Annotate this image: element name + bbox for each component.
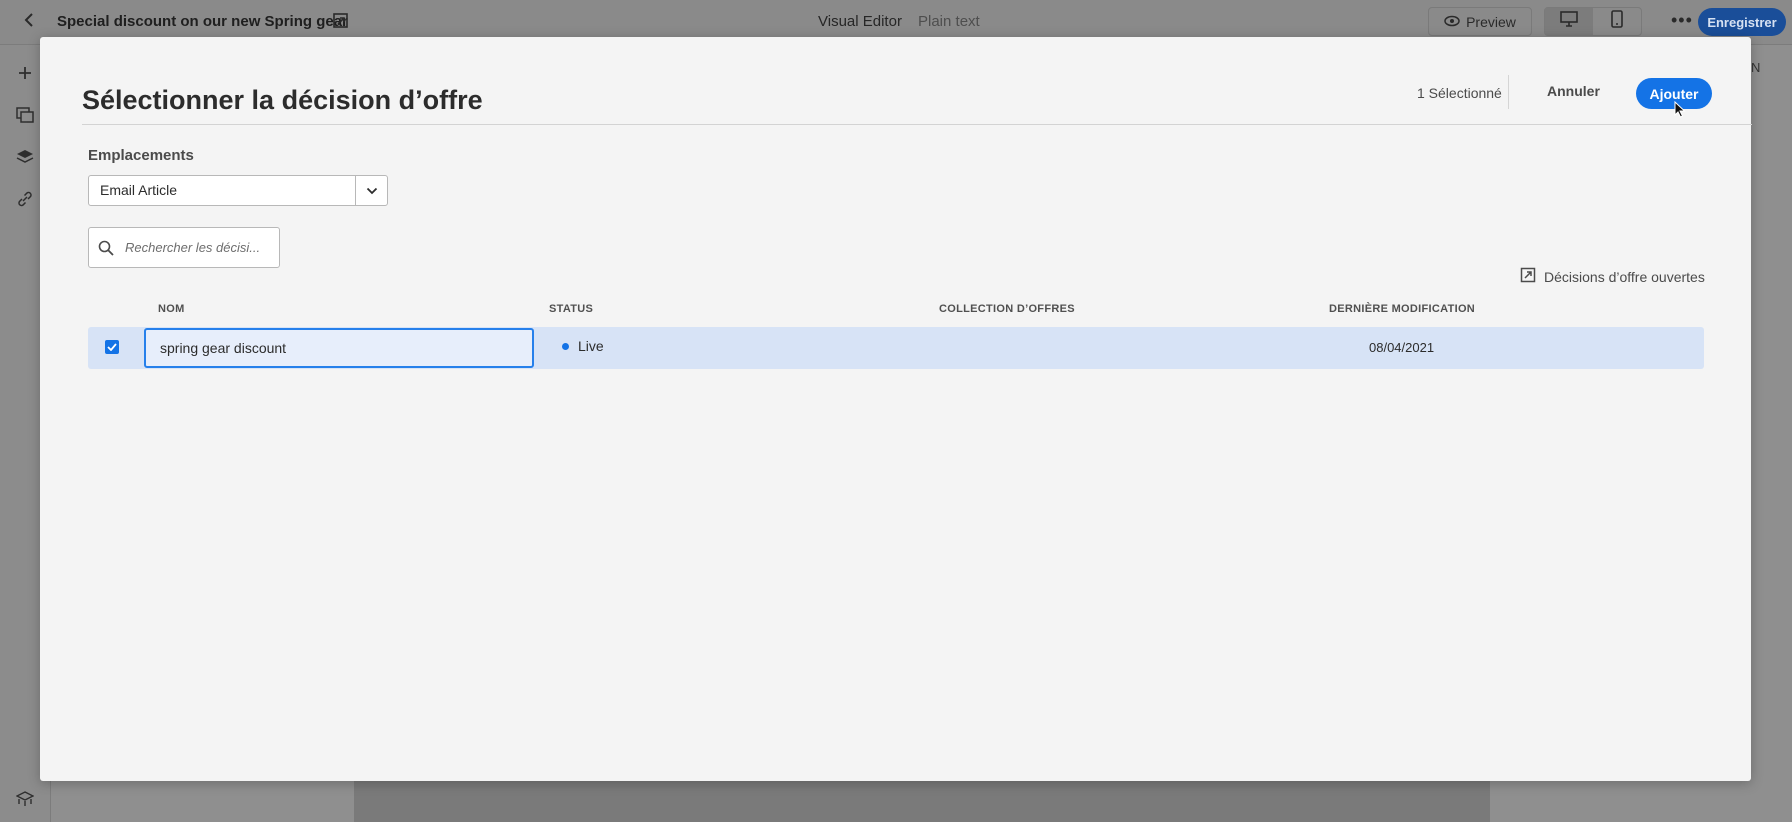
row-status: Live: [562, 338, 604, 354]
chevron-down-icon[interactable]: [355, 176, 387, 205]
cancel-button[interactable]: Annuler: [1547, 83, 1600, 99]
search-field: [88, 227, 280, 268]
plus-icon[interactable]: [15, 63, 35, 83]
save-button[interactable]: Enregistrer: [1698, 8, 1786, 36]
desktop-view-button[interactable]: [1545, 8, 1593, 35]
mouse-cursor-icon: [1674, 100, 1686, 123]
column-header-modified[interactable]: DERNIÈRE MODIFICATION: [1329, 303, 1475, 315]
message-title: Special discount on our new Spring gear: [57, 13, 348, 30]
column-header-status[interactable]: STATUS: [549, 303, 593, 315]
row-name-cell[interactable]: spring gear discount: [144, 328, 534, 368]
status-label: Live: [578, 338, 604, 354]
open-offer-decisions-label: Décisions d’offre ouvertes: [1544, 268, 1705, 285]
locations-label: Emplacements: [88, 147, 194, 164]
device-toggle: [1544, 7, 1642, 36]
location-dropdown[interactable]: Email Article: [88, 175, 388, 206]
status-live-dot: [562, 342, 569, 350]
eye-icon: [1444, 14, 1460, 30]
preview-label: Preview: [1466, 13, 1516, 30]
open-external-icon: [1520, 267, 1536, 286]
tab-visual-editor[interactable]: Visual Editor: [818, 13, 902, 30]
location-value: Email Article: [100, 182, 178, 198]
search-icon: [89, 240, 123, 256]
column-header-name[interactable]: NOM: [158, 303, 185, 315]
right-panel-edge: N: [1751, 60, 1761, 75]
dialog-title: Sélectionner la décision d’offre: [82, 85, 483, 115]
column-header-collection[interactable]: COLLECTION D’OFFRES: [939, 303, 1075, 315]
table-header: NOM STATUS COLLECTION D’OFFRES DERNIÈRE …: [88, 303, 1704, 323]
mobile-view-button[interactable]: [1593, 8, 1641, 35]
mobile-icon: [1611, 10, 1623, 33]
more-options-icon[interactable]: •••: [1671, 10, 1693, 31]
decision-settings-icon[interactable]: [15, 789, 35, 809]
link-icon[interactable]: [15, 189, 35, 209]
table-row[interactable]: spring gear discount Live 08/04/2021: [88, 327, 1704, 369]
selected-count: 1 Sélectionné: [1417, 85, 1502, 101]
assets-icon[interactable]: [15, 105, 35, 125]
preview-button[interactable]: Preview: [1428, 7, 1532, 36]
select-offer-decision-dialog: Sélectionner la décision d’offre 1 Sélec…: [40, 37, 1752, 781]
desktop-icon: [1560, 11, 1578, 32]
layers-icon[interactable]: [15, 147, 35, 167]
header-divider: [1508, 75, 1509, 109]
open-offer-decisions-link[interactable]: Décisions d’offre ouvertes: [1520, 267, 1705, 286]
row-checkbox[interactable]: [105, 340, 119, 354]
tab-plain-text[interactable]: Plain text: [918, 13, 980, 30]
email-canvas: [354, 780, 1490, 822]
open-external-icon[interactable]: [332, 12, 350, 35]
title-divider: [82, 124, 1752, 125]
search-input[interactable]: [123, 239, 277, 256]
back-arrow-icon[interactable]: [22, 12, 36, 33]
row-modified-date: 08/04/2021: [1369, 340, 1435, 355]
